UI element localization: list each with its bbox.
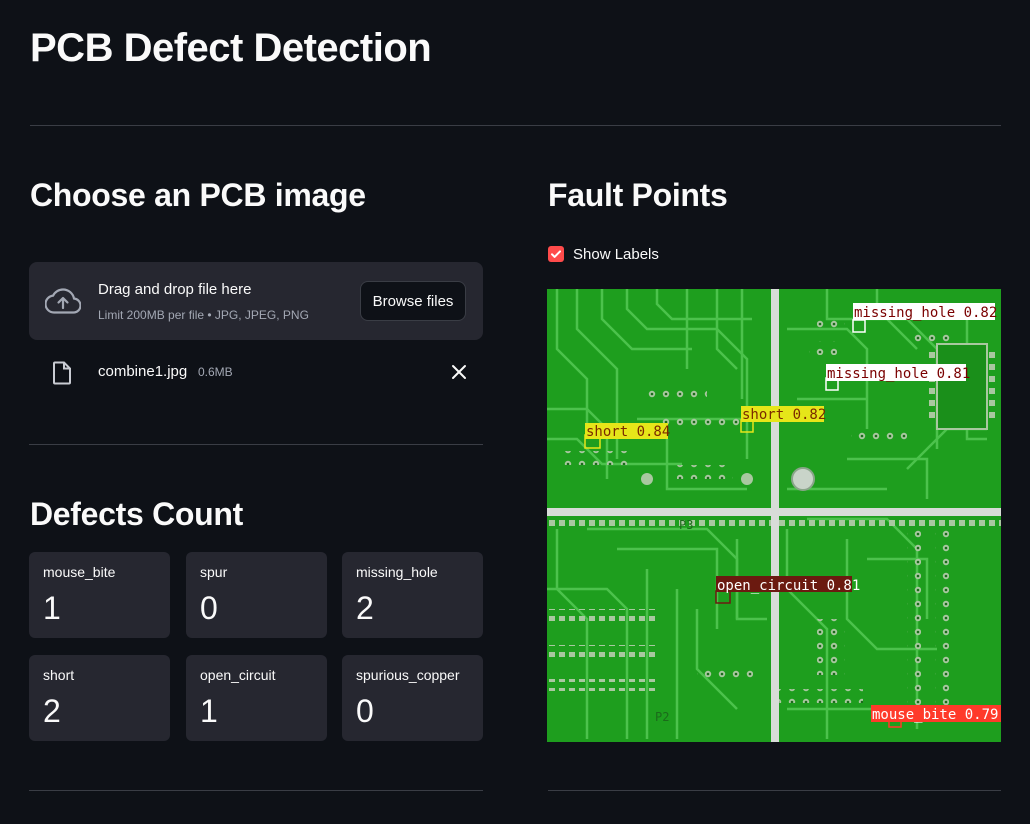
detection-label: short 0.84 xyxy=(586,424,670,440)
metric-value: 1 xyxy=(43,590,61,626)
metric-spur: spur 0 xyxy=(186,552,327,638)
bottom-divider-right xyxy=(548,790,1001,791)
fault-points-heading: Fault Points xyxy=(548,177,728,213)
pcb-mount-hole xyxy=(791,467,815,491)
drag-drop-text: Drag and drop file here xyxy=(98,281,252,298)
metric-value: 2 xyxy=(356,590,374,626)
metric-label: spur xyxy=(200,564,228,580)
metric-spurious-copper: spurious_copper 0 xyxy=(342,655,483,741)
detection-label: short 0.82 xyxy=(742,407,826,423)
detection-label: mouse_bite 0.79 xyxy=(872,707,998,723)
metric-value: 2 xyxy=(43,693,61,729)
cloud-upload-icon xyxy=(45,288,81,314)
upload-heading: Choose an PCB image xyxy=(30,177,366,213)
show-labels-checkbox[interactable] xyxy=(548,246,564,262)
metric-missing-hole: missing_hole 2 xyxy=(342,552,483,638)
detection-label: open_circuit 0.81 xyxy=(717,578,860,594)
pcb-ic-chip xyxy=(936,343,988,430)
detection-label: missing_hole 0.82 xyxy=(854,305,997,321)
defects-heading: Defects Count xyxy=(30,496,244,532)
upload-limit-text: Limit 200MB per file • JPG, JPEG, PNG xyxy=(98,308,309,322)
pcb-divider-horizontal xyxy=(547,508,1001,516)
close-icon[interactable] xyxy=(447,360,471,384)
metric-label: spurious_copper xyxy=(356,667,460,683)
metric-open-circuit: open_circuit 1 xyxy=(186,655,327,741)
metric-label: short xyxy=(43,667,75,683)
pcb-mark-p2: P2 xyxy=(655,710,669,724)
show-labels-checkbox-row[interactable]: Show Labels xyxy=(548,244,659,264)
metric-label: mouse_bite xyxy=(43,564,116,580)
file-icon xyxy=(53,361,71,385)
uploaded-file-name: combine1.jpg xyxy=(98,363,188,380)
page-title: PCB Defect Detection xyxy=(30,26,432,70)
pcb-fault-image: P3 P2 missing_hole 0.82 missing_hole 0.8… xyxy=(547,289,1001,742)
check-icon xyxy=(551,250,561,258)
browse-files-button[interactable]: Browse files xyxy=(360,281,466,321)
metric-value: 0 xyxy=(356,693,374,729)
pcb-mark-p3: P3 xyxy=(679,518,693,532)
upload-divider xyxy=(29,444,483,445)
bottom-divider-left xyxy=(29,790,483,791)
uploaded-file-size: 0.6MB xyxy=(198,365,233,379)
uploaded-file-row: combine1.jpg 0.6MB xyxy=(29,352,483,392)
show-labels-label: Show Labels xyxy=(573,245,659,263)
metric-mouse-bite: mouse_bite 1 xyxy=(29,552,170,638)
metric-short: short 2 xyxy=(29,655,170,741)
metric-label: missing_hole xyxy=(356,564,438,580)
file-uploader-dropzone[interactable]: Drag and drop file here Limit 200MB per … xyxy=(29,262,483,340)
detection-label: missing_hole 0.81 xyxy=(827,366,970,382)
metric-label: open_circuit xyxy=(200,667,276,683)
title-divider xyxy=(30,125,1001,126)
metric-value: 1 xyxy=(200,693,218,729)
metric-value: 0 xyxy=(200,590,218,626)
